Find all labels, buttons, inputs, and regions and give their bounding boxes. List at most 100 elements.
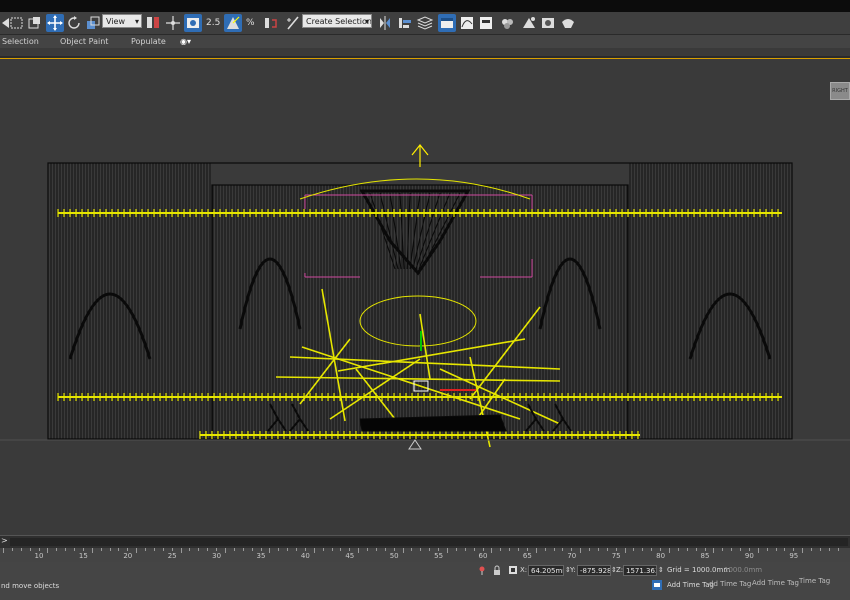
reference-coordinate-dropdown[interactable]: View ▾ — [102, 14, 142, 28]
ruler-tick — [180, 548, 182, 553]
ruler-tick — [544, 548, 546, 551]
align-icon[interactable] — [396, 14, 414, 32]
ruler-tick — [162, 548, 164, 551]
curve-editor-icon[interactable] — [458, 14, 476, 32]
ruler-frame-number: 35 — [256, 552, 266, 560]
ruler-frame-number: 70 — [567, 552, 577, 560]
ruler-tick — [660, 548, 662, 551]
percent-snap-toggle[interactable]: % — [246, 14, 255, 32]
mirror-icon[interactable] — [376, 14, 394, 32]
rendered-frame-window-icon[interactable] — [539, 14, 557, 32]
ruler-tick — [225, 548, 226, 553]
toggle-ribbon-icon[interactable] — [438, 14, 456, 32]
ruler-tick — [748, 548, 750, 551]
material-editor-icon[interactable] — [498, 14, 516, 32]
time-slider[interactable]: > — [0, 536, 850, 548]
ruler-tick — [82, 548, 84, 551]
select-and-rotate-icon[interactable] — [65, 14, 83, 32]
time-slider-arrow[interactable]: > — [1, 536, 8, 545]
chair-wireframe — [525, 403, 545, 432]
select-and-scale-icon[interactable] — [84, 14, 102, 32]
ruler-tick — [3, 548, 4, 553]
viewcube[interactable]: RIGHT — [830, 82, 850, 100]
lock-icon[interactable] — [492, 565, 502, 575]
named-selection-set-dropdown[interactable]: Create Selection Se▾ — [302, 14, 372, 28]
render-setup-icon[interactable] — [520, 14, 538, 32]
prompt-line: nd move objects — [1, 582, 60, 590]
tab-selection[interactable]: Selection — [2, 35, 39, 48]
ruler-tick — [819, 548, 821, 551]
select-and-move-icon[interactable] — [46, 14, 64, 32]
status-bar: nd move objects X: 64.205mm ⇕ Y: -875.92… — [0, 562, 850, 600]
lower-light-truss-fixtures — [57, 393, 779, 401]
schematic-view-icon[interactable] — [477, 14, 495, 32]
x-coordinate-field[interactable]: 64.205mm — [528, 565, 564, 576]
tab-object-paint[interactable]: Object Paint — [60, 35, 108, 48]
ribbon-bar: Selection Object Paint Populate ◉▾ — [0, 35, 850, 48]
ruler-frame-number: 25 — [167, 552, 177, 560]
time-tag-ghost-2: Add Time Tag — [752, 579, 799, 587]
ruler-frame-number: 10 — [34, 552, 44, 560]
ruler-tick — [695, 548, 697, 551]
ruler-tick — [251, 548, 253, 551]
render-production-icon[interactable] — [559, 14, 577, 32]
time-tag-icon[interactable] — [652, 580, 662, 590]
front-viewport[interactable] — [0, 58, 850, 536]
lighting-beam — [289, 356, 561, 370]
z-coordinate-field[interactable]: 1571.363 — [623, 565, 657, 576]
ruler-tick — [500, 548, 502, 551]
ruler-tick — [216, 548, 218, 551]
ruler-tick — [740, 548, 742, 551]
y-coordinate-field[interactable]: -875.928m — [577, 565, 611, 576]
ruler-tick — [615, 548, 617, 551]
ruler-tick — [358, 548, 360, 553]
add-time-tag-button[interactable]: Add Time Tag — [667, 580, 714, 591]
ruler-tick — [535, 548, 537, 553]
ruler-tick — [402, 548, 404, 553]
ruler-tick — [118, 548, 120, 551]
grid-size-ghost: 1000.0mm — [724, 566, 763, 574]
ruler-tick — [669, 548, 670, 553]
keyboard-shortcut-override-icon[interactable] — [184, 14, 202, 32]
ruler-tick — [171, 548, 173, 551]
ruler-tick — [447, 548, 448, 553]
wireframe-scene — [0, 144, 850, 450]
ruler-tick — [491, 548, 493, 553]
ribbon-separator — [0, 48, 850, 56]
snap-toggle-icon[interactable] — [224, 14, 242, 32]
stage-platform — [359, 414, 507, 432]
absolute-mode-icon[interactable] — [508, 565, 518, 575]
ruler-tick — [100, 548, 102, 551]
ruler-tick — [757, 548, 759, 553]
time-slider-track[interactable] — [10, 538, 848, 546]
z-spinner-icon[interactable]: ⇕ — [658, 565, 664, 576]
ruler-tick — [793, 548, 795, 551]
ruler-tick — [349, 548, 351, 551]
ruler-tick — [482, 548, 484, 551]
edit-named-selection-icon[interactable] — [284, 14, 302, 32]
ruler-tick — [766, 548, 768, 551]
select-region-icon[interactable] — [8, 14, 26, 32]
top-arc — [299, 178, 531, 200]
gizmo-triangle — [408, 439, 422, 450]
ruler-tick — [464, 548, 466, 551]
pivot-center-icon[interactable] — [144, 14, 162, 32]
ruler-tick — [597, 548, 599, 551]
layer-explorer-icon[interactable] — [416, 14, 434, 32]
track-bar-ruler[interactable]: 10 15 20 25 30 35 40 45 50 55 60 65 70 75 80 85 90 95 — [0, 548, 850, 562]
ruler-tick — [296, 548, 298, 551]
angle-snap-toggle[interactable]: 2.5 — [206, 14, 220, 32]
title-bar — [0, 0, 850, 12]
ruler-tick — [367, 548, 369, 551]
ribbon-toggle-icon[interactable]: ◉▾ — [180, 35, 191, 48]
ruler-tick — [624, 548, 626, 553]
ruler-tick — [269, 548, 271, 553]
ruler-tick — [438, 548, 440, 551]
window-crossing-icon[interactable] — [26, 14, 44, 32]
select-and-manipulate-icon[interactable] — [164, 14, 182, 32]
tab-populate[interactable]: Populate — [131, 35, 166, 48]
spinner-snap-icon[interactable] — [262, 14, 280, 32]
y-label: Y: — [570, 566, 576, 574]
grid-size-readout: Grid = 1000.0mm — [667, 566, 731, 574]
pin-icon[interactable] — [477, 565, 487, 575]
